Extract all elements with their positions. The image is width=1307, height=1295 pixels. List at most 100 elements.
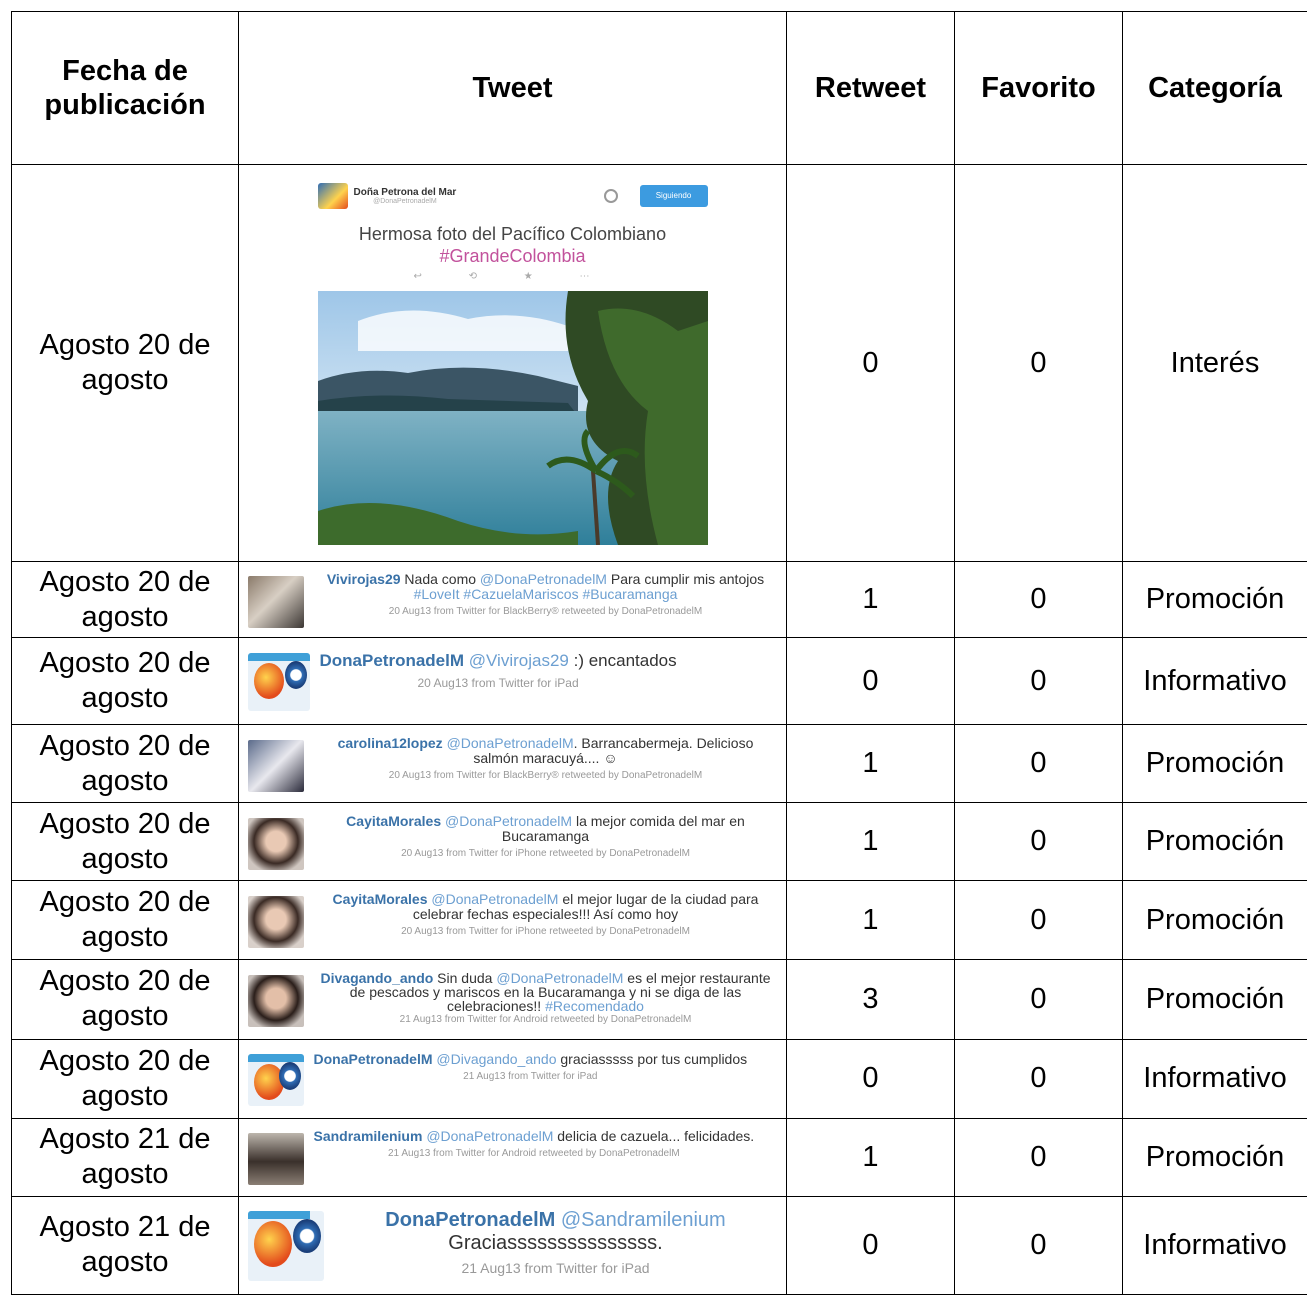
mention-link: @DonaPetronadelM	[479, 570, 607, 587]
header-categoria: Categoría	[1122, 11, 1307, 165]
date-cell: Agosto 21 de agosto	[11, 1195, 239, 1295]
retweet-card: CayitaMorales @DonaPetronadelM la mejor …	[247, 812, 778, 870]
retweet-cell: 0	[786, 637, 955, 726]
table-row: Agosto 20 de agosto Divagando_ando Sin d…	[11, 958, 1307, 1040]
tweet-user: CayitaMorales	[332, 891, 428, 907]
categoria-cell: Informativo	[1122, 1038, 1307, 1119]
header-tweet: Tweet	[238, 11, 787, 165]
hashtags: #Recomendado	[545, 998, 644, 1015]
table-row: Agosto 20 de agosto Vivirojas29 Nada com…	[11, 561, 1307, 639]
date-cell: Agosto 20 de agosto	[11, 958, 239, 1040]
favorito-cell: 0	[954, 724, 1123, 804]
tweet-user: carolina12lopez	[337, 734, 443, 751]
avatar	[247, 739, 304, 792]
tweet-meta: 21 Aug13 from Twitter for Android retwee…	[399, 1014, 692, 1026]
tweet-actions: ↩ ⟲ ★ ⋯	[413, 271, 612, 283]
hashtags: #LoveIt #CazuelaMariscos #Bucaramanga	[413, 585, 678, 602]
avatar	[247, 975, 304, 1028]
tweet-cell: DonaPetronadelM @Sandramilenium Graciass…	[238, 1195, 787, 1295]
tweet-meta: 20 Aug13 from Twitter for BlackBerry® re…	[388, 769, 703, 781]
avatar	[247, 1133, 304, 1186]
mention-link: @Divagando_ando	[436, 1050, 557, 1067]
favorito-cell: 0	[954, 880, 1123, 960]
date-cell: Agosto 21 de agosto	[11, 1117, 239, 1197]
date-cell: Agosto 20 de agosto	[11, 880, 239, 960]
retweet-cell: 0	[786, 1195, 955, 1295]
tweet-meta: 20 Aug13 from Twitter for iPhone retweet…	[401, 847, 690, 859]
retweet-card: DonaPetronadelM @Divagando_ando graciass…	[247, 1050, 778, 1106]
tweet-cell: DonaPetronadelM @Divagando_ando graciass…	[238, 1038, 787, 1119]
avatar	[247, 817, 304, 870]
header-favorito: Favorito	[954, 11, 1123, 165]
favorito-cell: 0	[954, 561, 1123, 639]
favorito-cell: 0	[954, 1195, 1123, 1295]
table-row: Agosto 20 de agosto DonaPetronadelM @Viv…	[11, 637, 1307, 726]
tweet-cell: Doña Petrona del Mar @DonaPetronadelM Si…	[238, 163, 787, 563]
featured-tweet-card: Doña Petrona del Mar @DonaPetronadelM Si…	[317, 181, 708, 546]
mention-link: @DonaPetronadelM	[431, 891, 559, 907]
date-cell: Agosto 20 de agosto	[11, 1038, 239, 1119]
tweet-user: CayitaMorales	[346, 812, 442, 829]
retweet-card: DonaPetronadelM @Sandramilenium Graciass…	[247, 1209, 778, 1282]
favorito-cell: 0	[954, 1117, 1123, 1197]
tweet-cell: DonaPetronadelM @Vivirojas29 :) encantad…	[238, 637, 787, 726]
categoria-cell: Promoción	[1122, 880, 1307, 960]
header-date: Fecha de publicación	[11, 11, 239, 165]
tweets-table: Fecha de publicación Tweet Retweet Favor…	[11, 11, 1307, 1295]
header-row: Fecha de publicación Tweet Retweet Favor…	[11, 11, 1307, 165]
tweet-meta: 21 Aug13 from Twitter for iPad	[463, 1070, 598, 1082]
favorito-cell: 0	[954, 958, 1123, 1040]
featured-tweet-header: Doña Petrona del Mar @DonaPetronadelM Si…	[317, 181, 708, 211]
tweet-cell: CayitaMorales @DonaPetronadelM la mejor …	[238, 802, 787, 882]
tweet-meta: 20 Aug13 from Twitter for iPad	[417, 676, 579, 691]
tweet-cell: Sandramilenium @DonaPetronadelM delicia …	[238, 1117, 787, 1197]
tweet-meta: 21 Aug13 from Twitter for Android retwee…	[388, 1148, 680, 1160]
header-retweet: Retweet	[786, 11, 955, 165]
categoria-cell: Promoción	[1122, 1117, 1307, 1197]
tweet-meta: 20 Aug13 from Twitter for iPhone retweet…	[401, 926, 690, 937]
featured-author-name: Doña Petrona del Mar	[353, 187, 457, 199]
table-row: Agosto 21 de agosto Sandramilenium @Dona…	[11, 1117, 1307, 1197]
tweet-meta: 20 Aug13 from Twitter for BlackBerry® re…	[388, 605, 703, 617]
retweet-cell: 1	[786, 1117, 955, 1197]
retweet-cell: 1	[786, 880, 955, 960]
categoria-cell: Interés	[1122, 163, 1307, 563]
table-row: Agosto 20 de agosto CayitaMorales @DonaP…	[11, 880, 1307, 960]
pacific-photo	[317, 291, 708, 546]
tweet-user: DonaPetronadelM	[313, 1050, 433, 1067]
retweet-card: Sandramilenium @DonaPetronadelM delicia …	[247, 1128, 778, 1186]
tweet-user: Sandramilenium	[313, 1128, 423, 1145]
tweet-cell: carolina12lopez @DonaPetronadelM. Barran…	[238, 724, 787, 804]
date-cell: Agosto 20 de agosto	[11, 724, 239, 804]
retweet-cell: 1	[786, 724, 955, 804]
favorito-cell: 0	[954, 1038, 1123, 1119]
featured-hashtag: #GrandeColombia	[439, 246, 586, 267]
featured-tweet-text: Hermosa foto del Pacífico Colombiano	[358, 224, 667, 245]
retweet-card: DonaPetronadelM @Vivirojas29 :) encantad…	[247, 651, 778, 712]
categoria-cell: Promoción	[1122, 724, 1307, 804]
brand-logo-avatar	[247, 1053, 304, 1106]
mention-link: @DonaPetronadelM	[446, 734, 574, 751]
tweet-cell: Divagando_ando Sin duda @DonaPetronadelM…	[238, 958, 787, 1040]
pacific-landscape-image	[317, 291, 708, 546]
date-cell: Agosto 20 de agosto	[11, 802, 239, 882]
brand-logo-avatar	[247, 1211, 324, 1282]
date-cell: Agosto 20 de agosto	[11, 637, 239, 726]
date-cell: Agosto 20 de agosto	[11, 561, 239, 639]
avatar	[317, 183, 348, 210]
retweet-cell: 0	[786, 1038, 955, 1119]
tweet-meta: 21 Aug13 from Twitter for iPad	[461, 1260, 650, 1277]
mention-link: @DonaPetronadelM	[426, 1128, 554, 1145]
date-cell: Agosto 20 de agosto	[11, 163, 239, 563]
brand-logo-avatar	[247, 653, 310, 712]
follow-button: Siguiendo	[639, 185, 708, 208]
favorito-cell: 0	[954, 163, 1123, 563]
table-row: Agosto 21 de agosto DonaPetronadelM @San…	[11, 1195, 1307, 1295]
categoria-cell: Informativo	[1122, 637, 1307, 726]
categoria-cell: Informativo	[1122, 1195, 1307, 1295]
categoria-cell: Promoción	[1122, 802, 1307, 882]
tweet-user: DonaPetronadelM	[385, 1209, 556, 1232]
categoria-cell: Promoción	[1122, 561, 1307, 639]
retweet-card: Vivirojas29 Nada como @DonaPetronadelM P…	[247, 570, 778, 628]
tweet-cell: CayitaMorales @DonaPetronadelM el mejor …	[238, 880, 787, 960]
